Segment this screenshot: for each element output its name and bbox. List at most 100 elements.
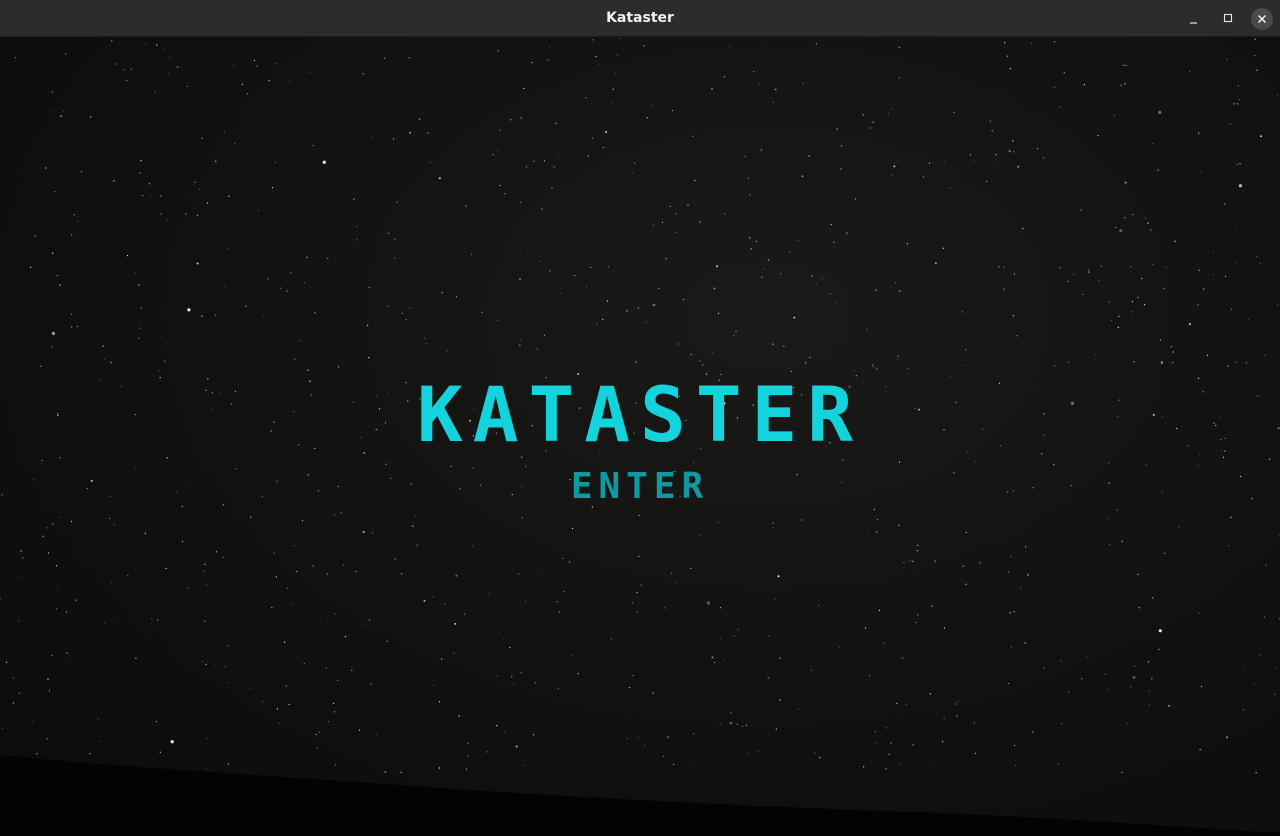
star [558,154,560,156]
star [1012,490,1015,492]
star [774,88,776,90]
star [203,570,205,572]
star [1158,110,1162,114]
star [888,753,890,755]
star [158,370,160,372]
star [866,328,868,330]
maximize-button[interactable] [1217,8,1239,30]
star [189,479,191,481]
star [223,131,226,133]
star [563,591,565,593]
star [636,591,638,594]
star [135,657,137,659]
star [669,205,671,207]
star [60,115,63,118]
star [775,89,777,91]
star [168,57,171,59]
star [425,342,427,345]
star [275,576,277,578]
star [525,466,527,468]
star [687,204,689,206]
star [139,327,141,329]
star [554,166,556,168]
star [267,278,269,280]
star [663,607,666,609]
star [241,83,243,85]
star [989,120,992,122]
star [206,202,209,204]
star [974,752,977,755]
star [841,145,843,147]
star [80,171,82,173]
star [455,574,458,577]
star [711,656,714,659]
star [1230,516,1232,518]
star [316,747,318,749]
star [471,253,473,256]
star [931,605,933,607]
star [386,640,388,642]
star [1259,262,1261,264]
star [662,755,665,758]
star [929,693,931,695]
star [262,700,264,703]
enter-button[interactable]: ENTER [540,465,740,509]
game-screen[interactable]: KATASTER ENTER [0,37,1280,836]
hill-silhouette [0,755,1280,836]
star [898,524,900,526]
star [446,350,448,352]
close-button[interactable] [1251,8,1273,30]
star [170,740,174,744]
star [875,289,877,291]
star [1144,217,1146,219]
star [772,101,774,103]
star [280,287,282,289]
star [998,266,1000,268]
star [1213,273,1215,276]
star [891,108,893,110]
star [690,759,692,761]
minimize-button[interactable] [1183,8,1205,30]
star [1172,362,1174,364]
star [793,316,796,319]
star [416,544,418,546]
star [772,527,774,529]
star [290,272,292,274]
star [1117,326,1119,328]
star [1189,70,1191,72]
star [271,187,273,189]
star [160,195,162,197]
star [1115,226,1117,229]
star [1188,323,1191,326]
star [874,730,877,733]
star [438,701,440,703]
star [368,357,370,359]
title-bar[interactable]: Kataster [0,0,1280,37]
star [409,307,411,309]
star [758,750,760,752]
star [1134,665,1136,667]
star [100,695,102,697]
star [34,235,36,237]
star [1161,491,1163,493]
star [496,675,498,677]
star [973,722,975,724]
star [166,219,168,221]
star [1245,362,1247,364]
star [111,40,113,42]
star [453,652,455,654]
star [898,77,901,79]
star [1013,273,1016,275]
star [502,639,504,641]
star [1152,143,1154,145]
star [590,266,592,268]
star [1032,487,1034,489]
star [1118,315,1120,317]
star [1236,103,1238,105]
star [957,701,959,703]
star [556,601,558,603]
star [286,587,288,590]
star [1060,660,1062,662]
star [533,160,535,162]
star [675,582,677,584]
